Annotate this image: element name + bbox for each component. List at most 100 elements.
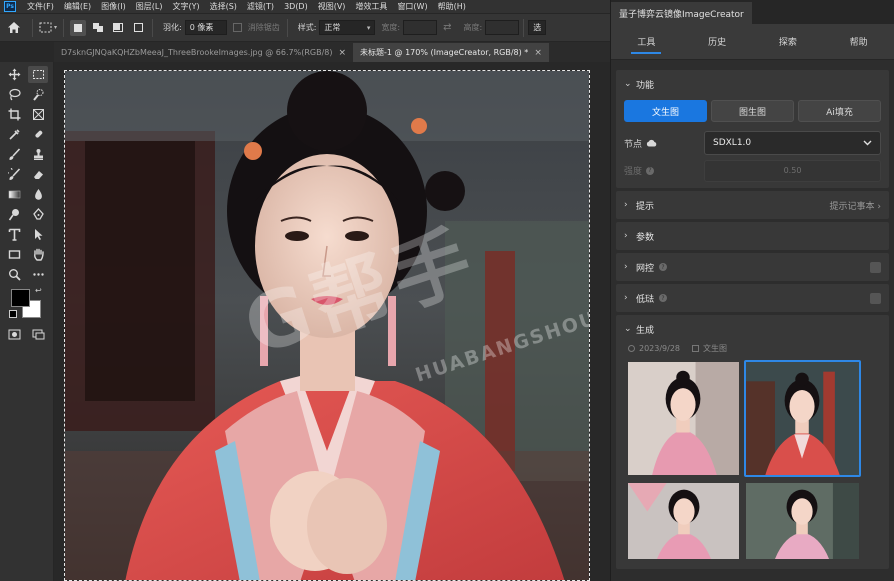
dodge-tool[interactable] bbox=[4, 206, 24, 223]
more-tools-button[interactable] bbox=[28, 266, 48, 283]
intersect-selection-button[interactable] bbox=[130, 20, 146, 36]
lowres-section-header[interactable]: › 低琺 ? bbox=[616, 284, 889, 312]
tab-history[interactable]: 历史 bbox=[702, 24, 732, 60]
frame-tool[interactable] bbox=[28, 106, 48, 123]
lowres-toggle[interactable] bbox=[870, 292, 881, 304]
generated-image-thumbnail[interactable] bbox=[626, 481, 741, 561]
width-input[interactable] bbox=[403, 20, 438, 35]
generated-image-thumbnail[interactable] bbox=[626, 360, 741, 477]
canvas-area[interactable]: G帮手 HUABANGSHOU.COM bbox=[54, 62, 610, 581]
ai-fill-button[interactable]: Ai填充 bbox=[798, 100, 881, 122]
screen-mode-button[interactable] bbox=[28, 326, 48, 343]
tab-tools[interactable]: 工具 bbox=[631, 24, 662, 60]
subtract-selection-button[interactable] bbox=[110, 20, 126, 36]
home-button[interactable] bbox=[0, 14, 28, 42]
menu-view[interactable]: 视图(V) bbox=[313, 1, 351, 12]
eyedropper-tool[interactable] bbox=[4, 126, 24, 143]
menu-file[interactable]: 文件(F) bbox=[22, 1, 59, 12]
chevron-right-icon: › bbox=[624, 200, 628, 210]
foreground-color-swatch[interactable] bbox=[11, 289, 30, 307]
marquee-preset-button[interactable]: ▾ bbox=[37, 19, 59, 37]
history-brush-tool[interactable] bbox=[4, 166, 24, 183]
control-section: › 网控 ? bbox=[616, 253, 889, 281]
menu-image[interactable]: 图像(I) bbox=[96, 1, 131, 12]
menu-type[interactable]: 文字(Y) bbox=[167, 1, 204, 12]
feather-input[interactable]: 0 像素 bbox=[184, 20, 227, 35]
zoom-tool[interactable] bbox=[4, 266, 24, 283]
height-input[interactable] bbox=[485, 20, 520, 35]
type-tool[interactable] bbox=[4, 226, 24, 243]
menu-help[interactable]: 帮助(H) bbox=[433, 1, 471, 12]
antialias-checkbox[interactable] bbox=[232, 23, 242, 32]
menu-filter[interactable]: 滤镜(T) bbox=[242, 1, 279, 12]
swap-dimensions-icon[interactable]: ⇄ bbox=[443, 22, 451, 33]
function-section-header[interactable]: ⌄ 功能 bbox=[616, 70, 889, 98]
pen-tool[interactable] bbox=[28, 206, 48, 223]
panel-title[interactable]: 量子博弈云镜像ImageCreator bbox=[611, 2, 752, 24]
menu-select[interactable]: 选择(S) bbox=[205, 1, 242, 12]
chevron-down-icon bbox=[863, 140, 872, 146]
panel-tabs: 工具 历史 探索 帮助 bbox=[611, 24, 894, 60]
close-icon[interactable]: × bbox=[534, 48, 542, 58]
node-select[interactable]: SDXL1.0 bbox=[704, 131, 881, 155]
path-selection-tool[interactable] bbox=[28, 226, 48, 243]
hand-tool[interactable] bbox=[28, 246, 48, 263]
rectangle-tool[interactable] bbox=[4, 246, 24, 263]
more-icon bbox=[32, 273, 44, 276]
gradient-tool[interactable] bbox=[4, 186, 24, 203]
close-icon[interactable]: × bbox=[338, 48, 346, 58]
intersect-selection-icon bbox=[133, 23, 143, 32]
blur-tool[interactable] bbox=[28, 186, 48, 203]
quick-mask-button[interactable] bbox=[4, 326, 24, 343]
control-toggle[interactable] bbox=[870, 261, 881, 273]
move-tool[interactable] bbox=[4, 66, 24, 83]
image-icon bbox=[692, 345, 700, 352]
text-to-image-button[interactable]: 文生图 bbox=[624, 100, 707, 122]
lasso-icon bbox=[8, 88, 21, 101]
document-tab-active[interactable]: 未标题-1 @ 170% (ImageCreator, RGB/8) * × bbox=[353, 43, 549, 62]
style-select[interactable]: 正常 ▾ bbox=[319, 20, 376, 35]
image-to-image-button[interactable]: 图生图 bbox=[711, 100, 794, 122]
eraser-tool[interactable] bbox=[28, 166, 48, 183]
crop-icon bbox=[8, 108, 20, 121]
menu-edit[interactable]: 编辑(E) bbox=[59, 1, 96, 12]
clone-stamp-tool[interactable] bbox=[28, 146, 48, 163]
brush-tool[interactable] bbox=[4, 146, 24, 163]
tab-title: D7sknGJNQaKQHZbMeeaJ_ThreeBrookeImages.j… bbox=[61, 48, 333, 57]
clock-icon bbox=[628, 345, 635, 352]
menu-layer[interactable]: 图层(L) bbox=[131, 1, 168, 12]
zoom-icon bbox=[8, 269, 21, 281]
info-icon: ? bbox=[659, 294, 668, 302]
prompt-section-header[interactable]: › 提示 提示记事本 › bbox=[616, 191, 889, 219]
crop-tool[interactable] bbox=[4, 106, 24, 123]
divider bbox=[63, 18, 64, 37]
prompt-notebook-link[interactable]: 提示记事本 › bbox=[830, 199, 881, 212]
generate-section-header[interactable]: ⌄ 生成 bbox=[616, 315, 889, 343]
tab-explore[interactable]: 探索 bbox=[773, 24, 803, 60]
document-tab[interactable]: D7sknGJNQaKQHZbMeeaJ_ThreeBrookeImages.j… bbox=[54, 43, 354, 62]
new-selection-button[interactable] bbox=[70, 19, 86, 36]
home-icon bbox=[8, 22, 20, 33]
generated-image-thumbnail-selected[interactable] bbox=[744, 360, 861, 477]
quick-selection-tool[interactable] bbox=[28, 86, 48, 103]
rectangular-marquee-tool[interactable] bbox=[28, 66, 48, 83]
menu-3d[interactable]: 3D(D) bbox=[279, 2, 313, 11]
control-section-header[interactable]: › 网控 ? bbox=[616, 253, 889, 281]
select-and-mask-button[interactable]: 选 bbox=[528, 20, 547, 35]
add-selection-button[interactable] bbox=[90, 20, 106, 36]
lasso-tool[interactable] bbox=[4, 86, 24, 103]
spot-healing-tool[interactable] bbox=[28, 126, 48, 143]
chevron-right-icon: › bbox=[624, 262, 628, 272]
params-section-header[interactable]: › 参数 bbox=[616, 222, 889, 250]
swap-colors-icon[interactable]: ↩ bbox=[35, 286, 42, 295]
generated-image-thumbnail[interactable] bbox=[744, 481, 861, 561]
stamp-icon bbox=[33, 149, 43, 160]
antialias-label: 消除锯齿 bbox=[247, 23, 280, 32]
canvas-image[interactable]: G帮手 HUABANGSHOU.COM bbox=[64, 70, 590, 581]
lowres-title: 低琺 bbox=[636, 294, 655, 305]
menu-plugins[interactable]: 增效工具 bbox=[350, 1, 392, 12]
tab-title: 未标题-1 @ 170% (ImageCreator, RGB/8) * bbox=[360, 48, 529, 57]
menu-window[interactable]: 窗口(W) bbox=[392, 1, 432, 12]
tab-help[interactable]: 帮助 bbox=[844, 24, 874, 60]
default-colors-icon[interactable] bbox=[9, 310, 17, 318]
